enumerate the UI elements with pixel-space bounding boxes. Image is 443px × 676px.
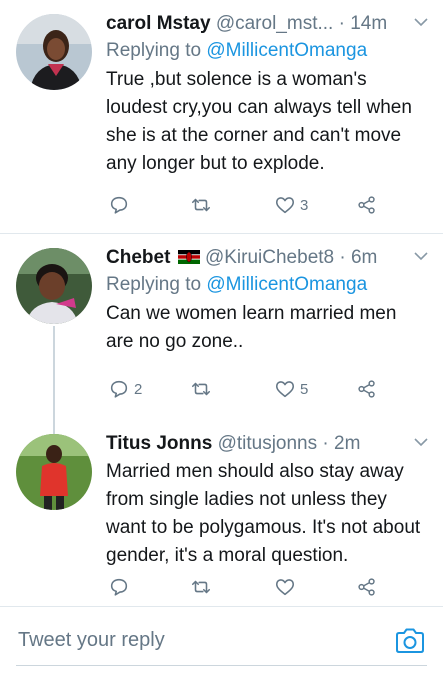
tweet-actions: 2 5 [106, 374, 396, 404]
author-name[interactable]: carol Mstay [106, 13, 211, 34]
chevron-down-icon[interactable] [413, 14, 429, 30]
tweet-header: Titus Jonns @titusjonns · 2m [106, 432, 429, 456]
replying-to: Replying to @MillicentOmanga [106, 274, 368, 295]
chevron-down-icon[interactable] [413, 248, 429, 264]
share-button[interactable] [356, 190, 378, 220]
author-name[interactable]: Titus Jonns [106, 433, 212, 454]
tweet-carol[interactable]: carol Mstay @carol_mst... · 14m Replying… [0, 0, 443, 232]
retweet-button[interactable] [190, 374, 216, 404]
share-button[interactable] [356, 374, 378, 404]
thread-line [53, 326, 55, 434]
reply-icon [110, 380, 128, 398]
heart-icon [275, 381, 295, 398]
share-icon [358, 380, 375, 398]
avatar[interactable] [16, 434, 92, 510]
author-name[interactable]: Chebet [106, 247, 170, 268]
kenya-flag-icon [177, 247, 200, 264]
chevron-down-icon[interactable] [413, 434, 429, 450]
avatar[interactable] [16, 14, 92, 90]
retweet-icon [191, 580, 211, 594]
retweet-button[interactable] [190, 190, 216, 220]
reply-input-underline [16, 665, 427, 666]
like-button[interactable] [274, 572, 300, 602]
replying-handle-link[interactable]: @MillicentOmanga [206, 40, 367, 61]
like-button[interactable]: 5 [274, 374, 308, 404]
reply-composer: Tweet your reply [0, 607, 443, 676]
like-button[interactable]: 3 [274, 190, 308, 220]
reply-input[interactable]: Tweet your reply [18, 629, 165, 652]
tweet-chebet[interactable]: Chebet @KiruiChebet8 · 6m Replying to @M… [0, 234, 443, 434]
reply-icon [110, 578, 128, 596]
reply-icon [110, 196, 128, 214]
retweet-icon [191, 382, 211, 396]
replying-handle-link[interactable]: @MillicentOmanga [206, 274, 367, 295]
tweet-header: Chebet @KiruiChebet8 · 6m [106, 246, 429, 270]
retweet-icon [191, 198, 211, 212]
replying-to: Replying to @MillicentOmanga [106, 40, 368, 61]
share-icon [358, 196, 375, 214]
reply-button[interactable] [108, 190, 134, 220]
tweet-actions: 3 [106, 190, 396, 220]
author-handle-time: @titusjonns · 2m [217, 433, 361, 454]
tweet-text: Married men should also stay away from s… [106, 461, 421, 566]
author-handle-time: @carol_mst... · 14m [215, 13, 388, 34]
tweet-text: Can we women learn married men are no go… [106, 303, 397, 352]
heart-icon [275, 579, 295, 596]
share-button[interactable] [356, 572, 378, 602]
heart-icon [275, 197, 295, 214]
tweet-actions [106, 572, 396, 602]
camera-icon[interactable] [394, 627, 426, 655]
retweet-button[interactable] [190, 572, 216, 602]
tweet-titus[interactable]: Titus Jonns @titusjonns · 2m Married men… [0, 420, 443, 606]
reply-button[interactable] [108, 572, 134, 602]
tweet-text: True ,but solence is a woman's loudest c… [106, 69, 412, 174]
share-icon [358, 578, 375, 596]
author-handle-time: @KiruiChebet8 · 6m [204, 247, 378, 268]
tweet-header: carol Mstay @carol_mst... · 14m [106, 12, 429, 36]
avatar[interactable] [16, 248, 92, 324]
reply-button[interactable]: 2 [108, 374, 142, 404]
